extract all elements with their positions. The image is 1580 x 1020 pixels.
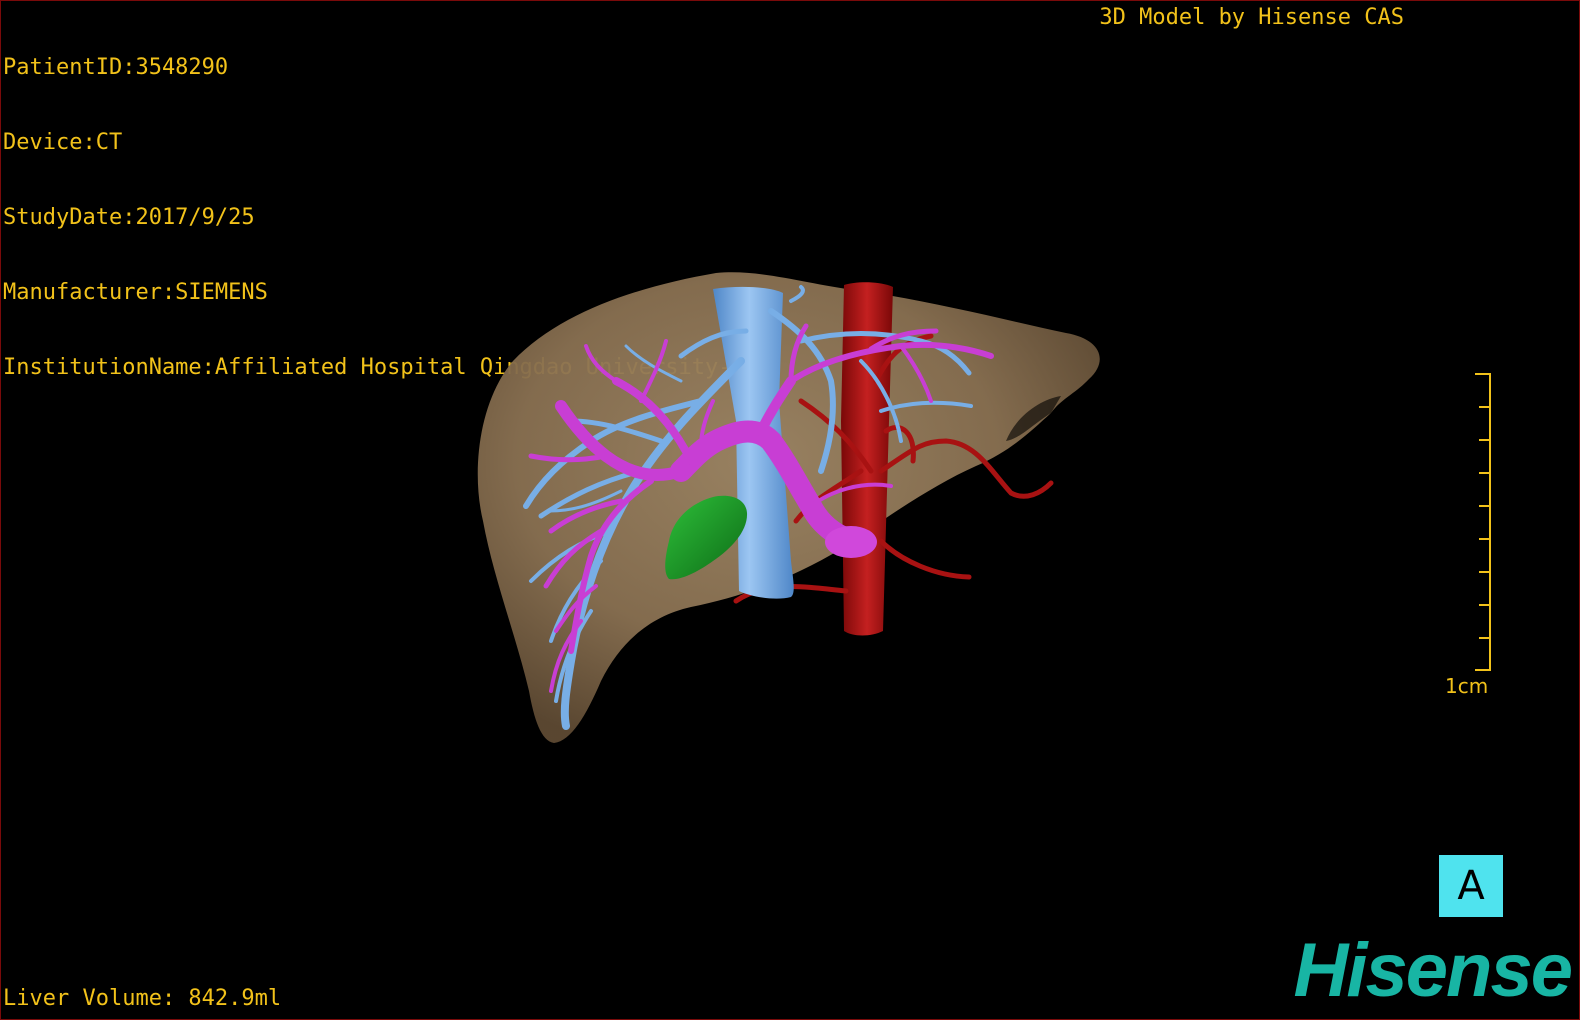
liver-3d-model[interactable] bbox=[1, 1, 1579, 1019]
scale-label: 1cm bbox=[1445, 674, 1489, 698]
hisense-logo: Hisense bbox=[1293, 928, 1573, 1013]
3d-viewport[interactable]: PatientID:3548290 Device:CT StudyDate:20… bbox=[0, 0, 1580, 1020]
scale-bar bbox=[1475, 373, 1491, 671]
orientation-button[interactable]: A bbox=[1439, 855, 1503, 917]
portal-vein-confluence bbox=[825, 526, 877, 558]
liver-volume: Liver Volume: 842.9ml bbox=[3, 986, 282, 1011]
